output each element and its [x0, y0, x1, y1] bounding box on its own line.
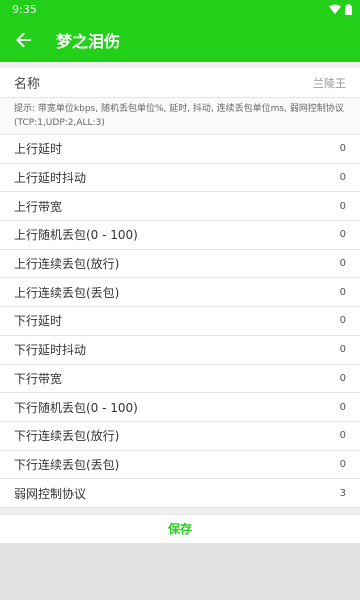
setting-row[interactable]: 下行连续丢包(丢包) 0 — [0, 451, 360, 480]
setting-value-input[interactable]: 0 — [340, 201, 346, 212]
setting-value-input[interactable]: 0 — [340, 172, 346, 183]
setting-row[interactable]: 上行带宽 0 — [0, 192, 360, 222]
setting-value-input[interactable]: 0 — [340, 373, 346, 384]
page-title: 梦之泪伤 — [56, 32, 121, 51]
arrow-left-icon — [16, 32, 31, 48]
save-bar: 保存 — [0, 513, 360, 544]
setting-label: 上行连续丢包(放行) — [14, 257, 120, 272]
tip-text: 提示: 带宽单位kbps, 随机丢包单位%, 延时, 抖动, 连续丢包单位ms,… — [0, 98, 360, 135]
setting-label: 上行延时抖动 — [14, 171, 87, 186]
setting-value-input[interactable]: 0 — [340, 402, 346, 413]
setting-label: 弱网控制协议 — [14, 486, 87, 501]
bottom-area — [0, 544, 360, 600]
setting-label: 下行连续丢包(放行) — [14, 429, 120, 444]
name-field[interactable]: 名称 兰陵王 — [0, 68, 360, 98]
setting-row[interactable]: 上行随机丢包(0 - 100) 0 — [0, 221, 360, 250]
save-button[interactable]: 保存 — [168, 520, 192, 537]
status-icons — [329, 3, 352, 15]
setting-row[interactable]: 上行延时抖动 0 — [0, 164, 360, 193]
status-bar: 9:35 — [0, 0, 360, 18]
setting-label: 下行延时抖动 — [14, 343, 87, 358]
wifi-icon — [329, 4, 341, 14]
setting-label: 下行延时 — [14, 314, 63, 329]
setting-row[interactable]: 下行随机丢包(0 - 100) 0 — [0, 393, 360, 422]
back-button[interactable] — [12, 28, 36, 52]
app-bar: 梦之泪伤 — [0, 18, 360, 62]
setting-label: 上行带宽 — [14, 199, 63, 214]
setting-label: 上行连续丢包(丢包) — [14, 285, 120, 300]
setting-row[interactable]: 下行延时抖动 0 — [0, 336, 360, 365]
setting-value-input[interactable]: 3 — [340, 488, 346, 499]
setting-row[interactable]: 下行延时 0 — [0, 307, 360, 336]
setting-row[interactable]: 上行延时 0 — [0, 135, 360, 164]
setting-row[interactable]: 下行带宽 0 — [0, 365, 360, 394]
setting-label: 上行随机丢包(0 - 100) — [14, 228, 138, 243]
setting-value-input[interactable]: 0 — [340, 287, 346, 298]
setting-value-input[interactable]: 0 — [340, 315, 346, 326]
setting-label: 上行延时 — [14, 142, 63, 157]
setting-label: 下行连续丢包(丢包) — [14, 457, 120, 472]
setting-label: 下行随机丢包(0 - 100) — [14, 400, 138, 415]
status-time: 9:35 — [12, 2, 37, 16]
name-label: 名称 — [14, 77, 41, 92]
setting-value-input[interactable]: 0 — [340, 258, 346, 269]
settings-form: 名称 兰陵王 提示: 带宽单位kbps, 随机丢包单位%, 延时, 抖动, 连续… — [0, 68, 360, 508]
setting-row[interactable]: 弱网控制协议 3 — [0, 479, 360, 508]
setting-value-input[interactable]: 0 — [340, 459, 346, 470]
setting-value-input[interactable]: 0 — [340, 143, 346, 154]
setting-row[interactable]: 下行连续丢包(放行) 0 — [0, 422, 360, 451]
setting-value-input[interactable]: 0 — [340, 229, 346, 240]
name-input[interactable]: 兰陵王 — [313, 75, 346, 91]
battery-icon — [345, 3, 352, 15]
setting-label: 下行带宽 — [14, 371, 63, 386]
setting-row[interactable]: 上行连续丢包(丢包) 0 — [0, 278, 360, 308]
setting-value-input[interactable]: 0 — [340, 344, 346, 355]
setting-value-input[interactable]: 0 — [340, 430, 346, 441]
setting-row[interactable]: 上行连续丢包(放行) 0 — [0, 250, 360, 279]
settings-list: 上行延时 0 上行延时抖动 0 上行带宽 0 上行随机丢包(0 - 100) 0 上行连续丢包(… — [0, 135, 360, 508]
